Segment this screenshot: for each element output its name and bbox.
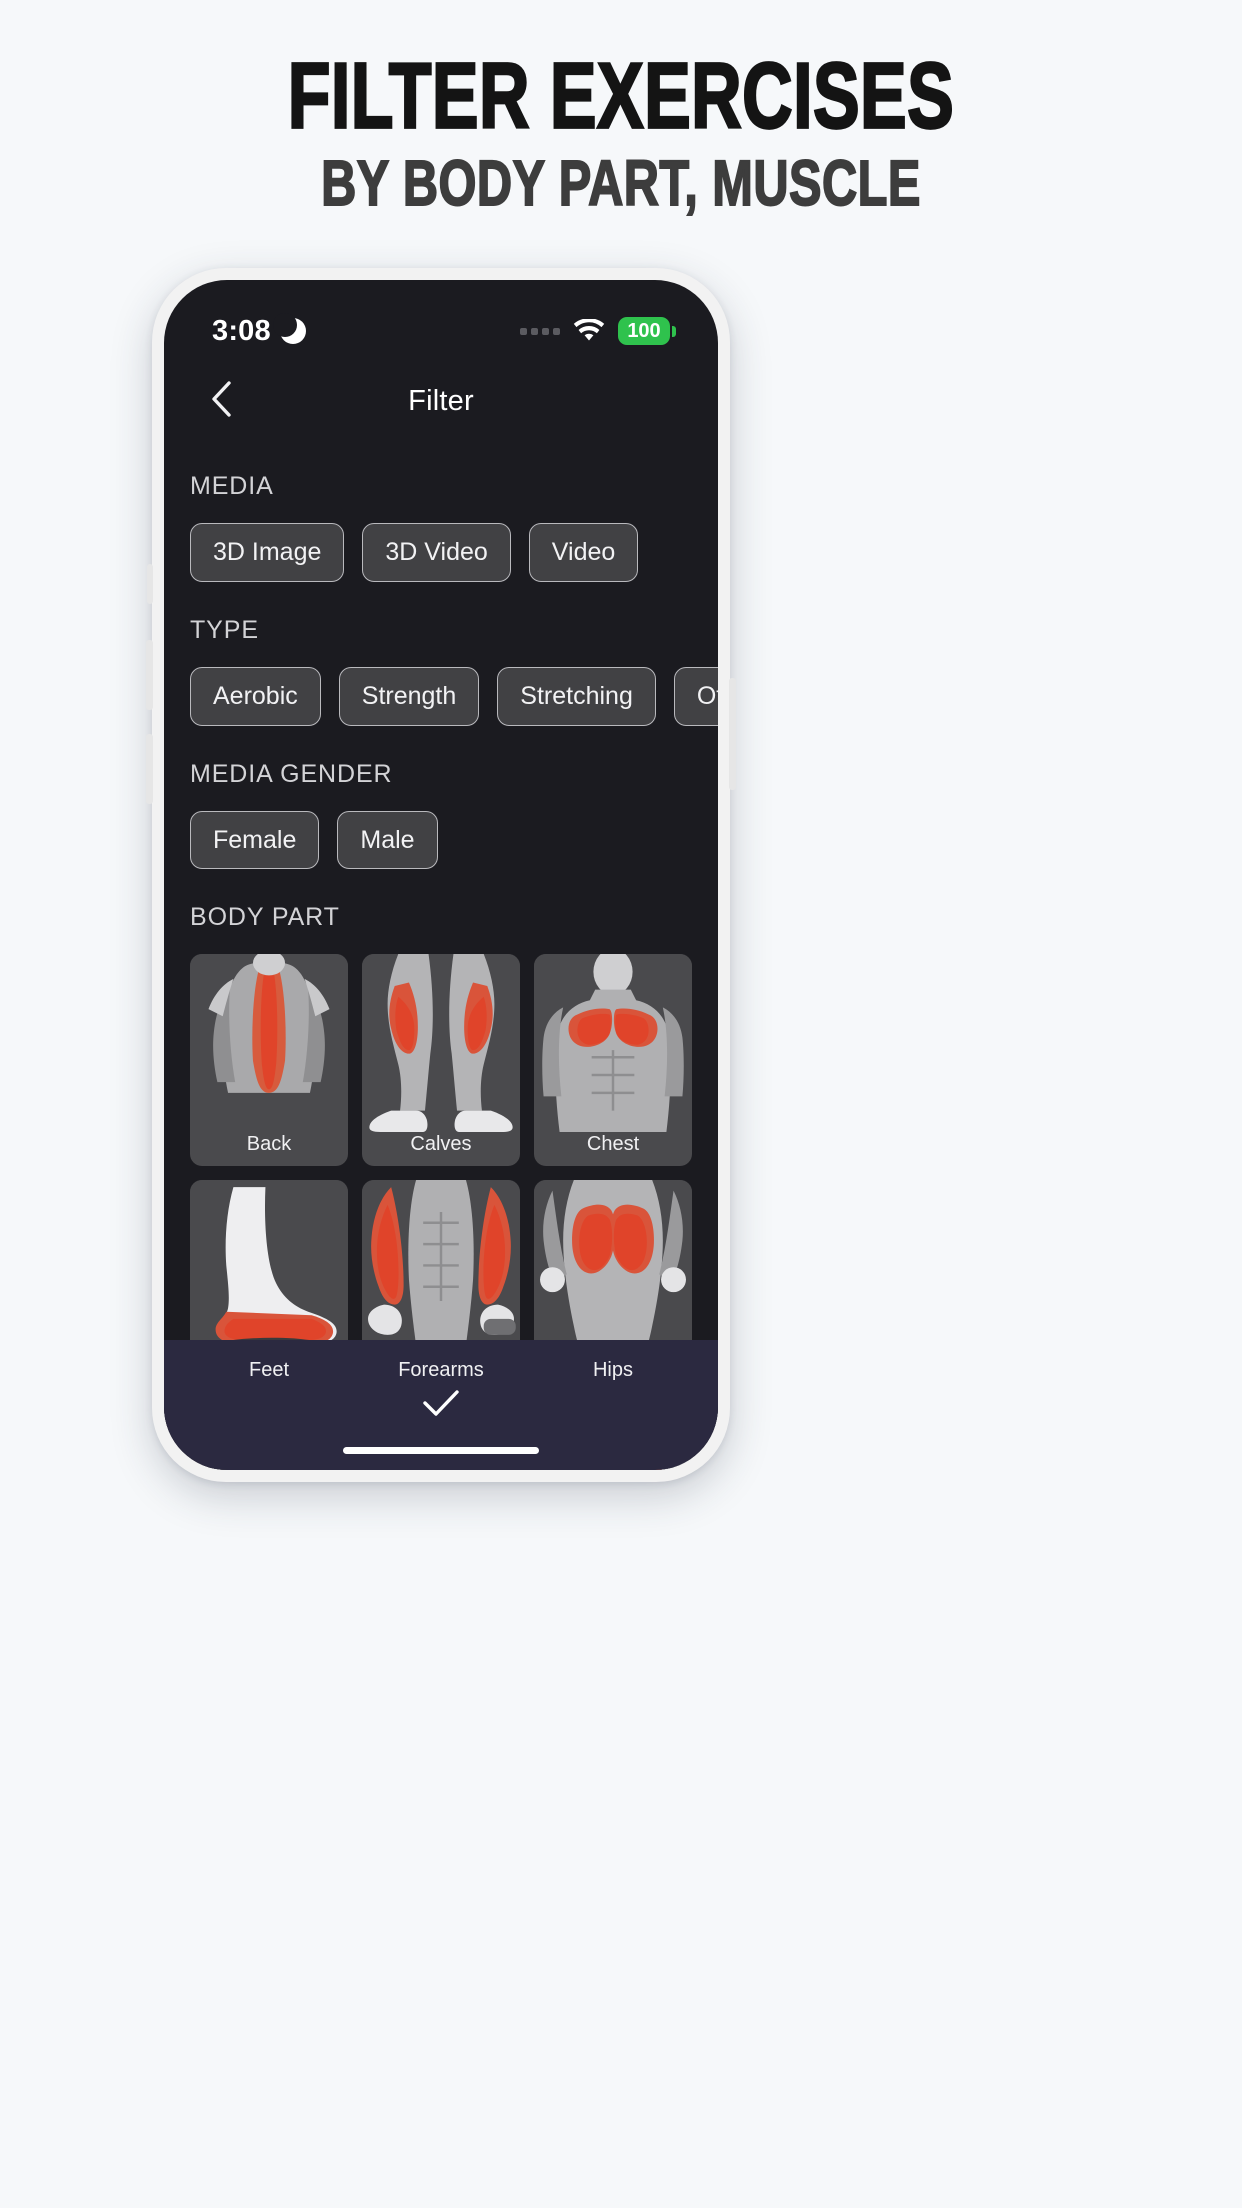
- forearms-muscle-illustration: [362, 1180, 520, 1359]
- cellular-dots-icon: [520, 327, 560, 335]
- media-gender-chip-row: Female Male: [182, 789, 700, 870]
- body-part-label: Forearms: [398, 1359, 484, 1382]
- chip-gender-male[interactable]: Male: [337, 810, 438, 870]
- back-muscle-illustration: [190, 954, 348, 1133]
- type-chip-row: Aerobic Strength Stretching Other: [182, 645, 718, 726]
- silent-switch[interactable]: [147, 564, 153, 604]
- status-time: 3:08: [212, 314, 271, 347]
- section-label-body-part: BODY PART: [190, 903, 340, 932]
- power-button[interactable]: [729, 678, 736, 790]
- promo-title: FILTER EXERCISES: [287, 44, 955, 149]
- chip-type-other[interactable]: Other: [673, 666, 718, 726]
- body-part-card-calves[interactable]: Calves: [362, 954, 520, 1167]
- moon-icon: [272, 313, 306, 344]
- section-label-media-gender: MEDIA GENDER: [190, 759, 393, 788]
- chip-type-strength[interactable]: Strength: [338, 666, 480, 726]
- battery-cap-icon: [672, 325, 676, 337]
- body-part-card-feet[interactable]: Feet: [190, 1180, 348, 1393]
- chip-media-3d-video[interactable]: 3D Video: [362, 523, 511, 582]
- filter-content[interactable]: MEDIA 3D Image 3D Video Video TYPE Aerob…: [164, 438, 718, 1470]
- chip-media-3d-image[interactable]: 3D Image: [190, 523, 345, 582]
- nav-bar: Filter: [164, 364, 718, 438]
- home-indicator[interactable]: [343, 1447, 539, 1454]
- volume-down-button[interactable]: [146, 734, 153, 804]
- phone-screen: 3:08 100 Filter MEDIA 3D Image 3D Video …: [164, 280, 718, 1470]
- chip-type-aerobic[interactable]: Aerobic: [190, 666, 321, 726]
- chip-gender-female[interactable]: Female: [190, 810, 320, 870]
- body-part-grid: Back Calves Chest Feet Forearms Hips: [182, 932, 700, 1470]
- battery-level: 100: [618, 317, 670, 345]
- phone-mockup: 3:08 100 Filter MEDIA 3D Image 3D Video …: [146, 268, 736, 1482]
- status-bar: 3:08 100: [164, 280, 718, 364]
- page-title: Filter: [408, 384, 474, 417]
- body-part-card-hips[interactable]: Hips: [534, 1180, 692, 1393]
- chest-muscle-illustration: [534, 954, 692, 1133]
- body-part-card-back[interactable]: Back: [190, 954, 348, 1167]
- body-part-card-chest[interactable]: Chest: [534, 954, 692, 1167]
- status-bar-right: 100: [520, 317, 676, 345]
- battery-indicator: 100: [618, 317, 676, 345]
- body-part-label: Feet: [248, 1359, 290, 1382]
- promo-subtitle: BY BODY PART, MUSCLE: [320, 148, 921, 220]
- body-part-label: Hips: [592, 1359, 633, 1382]
- feet-muscle-illustration: [190, 1180, 348, 1359]
- section-label-type: TYPE: [190, 615, 259, 644]
- body-part-label: Back: [246, 1133, 292, 1156]
- media-chip-row: 3D Image 3D Video Video: [182, 501, 700, 582]
- hips-muscle-illustration: [534, 1180, 692, 1359]
- chip-media-video[interactable]: Video: [528, 523, 639, 582]
- status-bar-left: 3:08: [212, 313, 306, 348]
- chip-type-stretching[interactable]: Stretching: [497, 666, 656, 726]
- section-label-media: MEDIA: [190, 472, 274, 500]
- calves-muscle-illustration: [362, 954, 520, 1133]
- body-part-card-forearms[interactable]: Forearms: [362, 1180, 520, 1393]
- body-part-label: Chest: [586, 1133, 640, 1156]
- wifi-icon: [573, 318, 605, 343]
- volume-up-button[interactable]: [146, 640, 153, 710]
- body-part-label: Calves: [410, 1133, 472, 1156]
- promo-header: FILTER EXERCISES BY BODY PART, MUSCLE: [0, 44, 1242, 218]
